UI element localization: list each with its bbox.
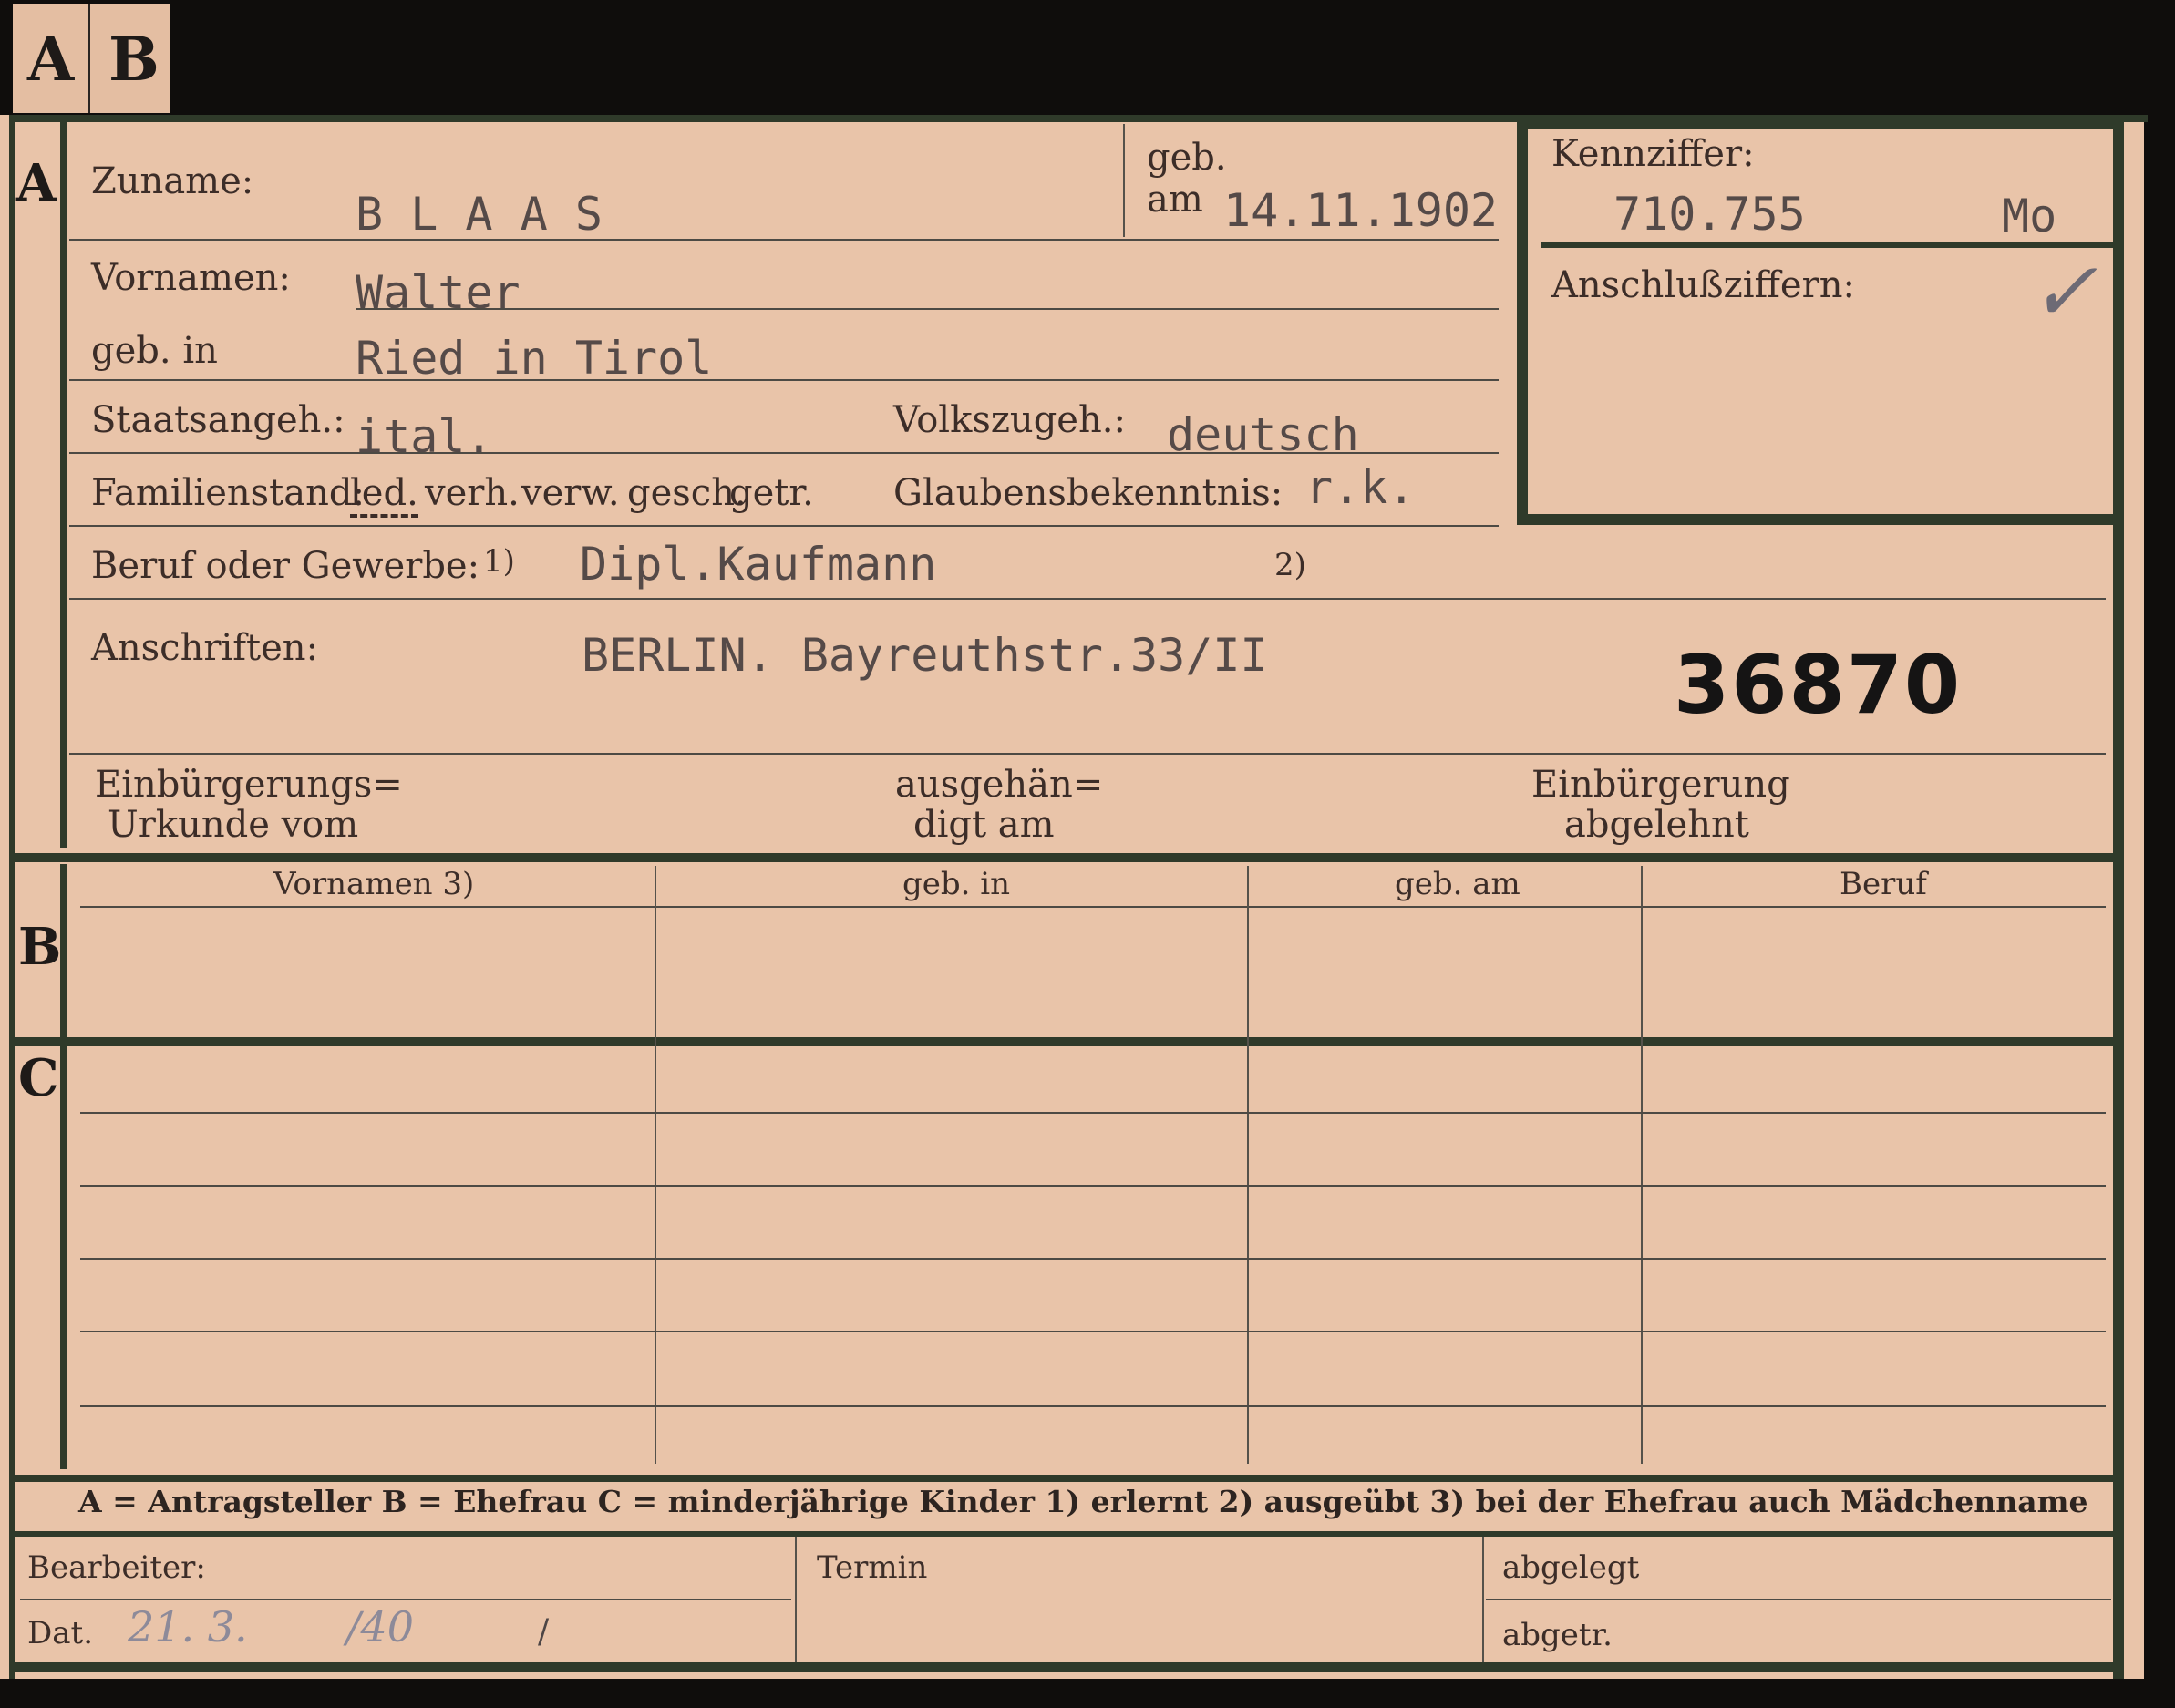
- line-nationality: [69, 452, 1499, 454]
- date-slash: /: [538, 1613, 550, 1651]
- ref-box-divider: [1541, 242, 2113, 248]
- section-b-marker: B: [18, 917, 62, 977]
- occupation-footnote-2: 2): [1274, 547, 1306, 583]
- frame-a-inner: [60, 122, 67, 848]
- first-names-label: Vornamen:: [91, 257, 291, 299]
- marital-label: Familienstand:: [91, 472, 365, 514]
- table-row-line-1: [80, 1112, 2106, 1114]
- table-col-divider-3: [1641, 866, 1643, 1464]
- sent-label: abgetr.: [1502, 1617, 1613, 1653]
- check-mark: ✓: [2029, 244, 2098, 340]
- table-row-line-3: [80, 1258, 2106, 1260]
- ref-number: 710.755: [1613, 188, 1806, 241]
- divider-legend-footer: [9, 1531, 2124, 1537]
- dob-label-am: am: [1147, 179, 1203, 221]
- section-c-marker: C: [18, 1048, 59, 1108]
- deadline-label: Termin: [817, 1549, 928, 1586]
- marital-option-verw: verw.: [521, 472, 620, 514]
- certificate-label-2: Urkunde vom: [108, 804, 359, 846]
- tab-a: A: [13, 4, 90, 113]
- date-year: /40: [346, 1602, 415, 1651]
- table-row-line-4: [80, 1331, 2106, 1332]
- handed-label-2: digt am: [913, 804, 1055, 846]
- line-marital: [69, 525, 1499, 527]
- ethnicity-label: Volkszugeh.:: [893, 399, 1126, 441]
- table-row-line-2: [80, 1185, 2106, 1187]
- address-label: Anschriften:: [91, 627, 319, 669]
- legend-text: A = Antragsteller B = Ehefrau C = minder…: [78, 1484, 2088, 1519]
- scan-background-right: [2144, 0, 2175, 1708]
- scan-background-top: [0, 0, 2175, 115]
- linked-label: Anschlußziffern:: [1551, 264, 1855, 306]
- col-header-occupation: Beruf: [1840, 866, 1927, 902]
- first-names-value: Walter: [356, 266, 521, 319]
- ref-box: [1517, 118, 2113, 525]
- marital-option-verh: verh.: [425, 472, 520, 514]
- marital-option-led: led.: [350, 472, 418, 518]
- religion-label: Glaubensbekenntnis:: [893, 472, 1283, 514]
- line-address: [69, 753, 2106, 755]
- handed-label-1: ausgehän=: [895, 764, 1104, 806]
- footer-divider-2: [1482, 1537, 1484, 1662]
- occupation-label: Beruf oder Gewerbe:: [91, 545, 480, 587]
- clerk-label: Bearbeiter:: [27, 1549, 206, 1586]
- footer-divider-1: [795, 1537, 797, 1662]
- tab-b: B: [90, 4, 170, 113]
- occupation-footnote-1: 1): [483, 543, 515, 580]
- divider-a-b: [9, 853, 2124, 862]
- frame-right: [2113, 115, 2124, 1679]
- ref-label: Kennziffer:: [1551, 133, 1755, 175]
- section-a-marker: A: [16, 153, 57, 213]
- dob-divider: [1123, 124, 1125, 237]
- filed-label: abgelegt: [1502, 1549, 1640, 1586]
- date-handwritten: 21. 3.: [128, 1602, 248, 1651]
- scan-background-bottom: [0, 1679, 2175, 1708]
- col-header-dob: geb. am: [1395, 866, 1520, 902]
- refused-label-2: abgelehnt: [1564, 804, 1749, 846]
- dob-value: 14.11.1902: [1223, 184, 1499, 237]
- line-occupation: [69, 598, 2106, 600]
- line-birthplace: [69, 379, 1499, 381]
- table-col-divider-2: [1247, 866, 1249, 1464]
- nationality-value: ital.: [356, 410, 493, 463]
- table-col-divider-1: [655, 866, 656, 1464]
- frame-left: [9, 115, 15, 1679]
- certificate-label-1: Einbürgerungs=: [95, 764, 403, 806]
- refused-label-1: Einbürgerung: [1531, 764, 1790, 806]
- dob-label-geb: geb.: [1147, 137, 1227, 179]
- footer-line-filed: [1486, 1599, 2111, 1600]
- col-header-first-names: Vornamen 3): [273, 866, 475, 902]
- tab-b-label: B: [108, 24, 160, 95]
- surname-value: B L A A S: [356, 188, 603, 241]
- col-header-birthplace: geb. in: [902, 866, 1011, 902]
- line-first-names: [356, 308, 1499, 310]
- footer-line-clerk: [20, 1599, 791, 1600]
- birthplace-label: geb. in: [91, 330, 218, 372]
- religion-value: r.k.: [1305, 461, 1416, 514]
- table-row-line-5: [80, 1405, 2106, 1407]
- date-label: Dat.: [27, 1615, 94, 1651]
- tab-a-label: A: [27, 24, 75, 95]
- birthplace-value: Ried in Tirol: [356, 332, 713, 385]
- address-value: BERLIN. Bayreuthstr.33/II: [582, 629, 1268, 682]
- nationality-label: Staatsangeh.:: [91, 399, 345, 441]
- divider-c-legend: [9, 1475, 2124, 1482]
- occupation-value: Dipl.Kaufmann: [580, 538, 937, 591]
- frame-bottom: [9, 1662, 2124, 1672]
- stamp-number: 36870: [1674, 638, 1963, 732]
- line-surname: [69, 239, 1499, 241]
- surname-label: Zuname:: [91, 160, 254, 202]
- marital-option-getr: getr.: [729, 472, 814, 514]
- divider-b-c: [9, 1037, 2124, 1046]
- ref-suffix: Mo: [2002, 190, 2057, 242]
- table-header-line: [80, 906, 2106, 908]
